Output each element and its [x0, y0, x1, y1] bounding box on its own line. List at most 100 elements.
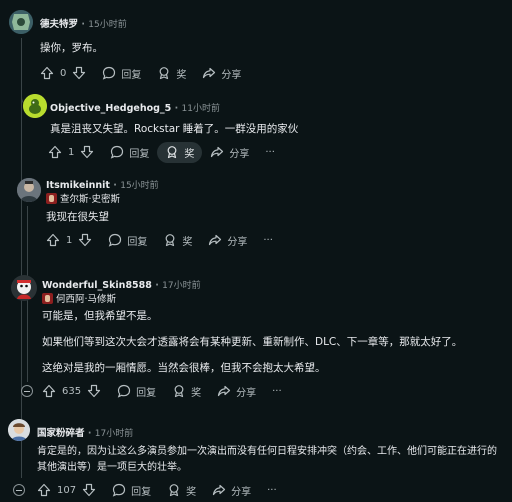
upvote-icon[interactable]	[37, 483, 51, 497]
username[interactable]: Itsmikeinnit	[46, 180, 110, 191]
reply-button[interactable]: 回复	[108, 233, 147, 248]
comment-body: 肯定是的，因为让这么多演员参加一次演出而没有任何日程安排冲突（约会、工作、他们可…	[37, 444, 497, 476]
award-button[interactable]: 奖	[172, 384, 201, 399]
downvote-icon[interactable]	[72, 66, 86, 80]
thread-line	[21, 38, 22, 478]
username[interactable]: 德夫特罗	[40, 19, 78, 30]
comment-line: 肯定是的，因为让这么多演员参加一次演出而没有任何日程安排冲突（约会、工作、他们可…	[37, 446, 497, 457]
more-options-button[interactable]: ···	[263, 235, 273, 246]
share-icon	[217, 384, 231, 398]
award-icon	[167, 483, 181, 497]
share-icon	[210, 145, 224, 159]
upvote-icon[interactable]	[42, 384, 56, 398]
vote-group: 1	[48, 145, 94, 159]
user-flair: 何西阿·马修斯	[42, 291, 116, 305]
vote-group: 635	[42, 384, 101, 398]
vote-group: 107	[37, 483, 96, 497]
comment-icon	[102, 66, 116, 80]
share-label: 分享	[229, 148, 250, 160]
avatar[interactable]	[9, 10, 33, 34]
vote-count: 107	[57, 484, 77, 496]
username[interactable]: Wonderful_Skin8588	[42, 280, 152, 291]
reply-label: 回复	[127, 236, 148, 248]
flair-icon	[46, 192, 57, 204]
share-icon	[212, 483, 226, 497]
comment-body: 操你，罗布。	[40, 40, 103, 56]
award-icon	[165, 145, 179, 159]
award-icon	[163, 233, 177, 247]
username[interactable]: 国家粉碎者	[37, 428, 85, 439]
collapse-thread-button[interactable]	[21, 385, 33, 397]
reply-button[interactable]: 回复	[102, 66, 141, 81]
share-button[interactable]: 分享	[212, 483, 251, 498]
upvote-icon[interactable]	[46, 233, 60, 247]
timestamp: 17小时前	[162, 281, 201, 291]
share-button[interactable]: 分享	[217, 384, 256, 399]
more-icon: ···	[265, 146, 275, 158]
avatar[interactable]	[17, 178, 41, 202]
comment-actions: 1 回复 奖 分享 ···	[48, 141, 291, 163]
award-label: 奖	[184, 148, 195, 160]
award-button[interactable]: 奖	[163, 233, 192, 248]
comment-line: 其他演出等）是一项巨大的壮举。	[37, 462, 187, 473]
comment-line: 真是沮丧又失望。Rockstar 睡着了。一群没用的家伙	[50, 123, 299, 135]
avatar[interactable]	[8, 419, 30, 441]
share-button[interactable]: 分享	[202, 66, 241, 81]
upvote-icon[interactable]	[40, 66, 54, 80]
share-label: 分享	[221, 69, 242, 81]
comment-line: 如果他们等到这次大会才透露将会有某种更新、重新制作、DLC、下一章等，那就太好了…	[42, 336, 463, 348]
flair-text: 查尔斯·史密斯	[60, 194, 121, 205]
award-button[interactable]: 奖	[167, 483, 196, 498]
comment-body: 真是沮丧又失望。Rockstar 睡着了。一群没用的家伙	[50, 121, 298, 137]
share-label: 分享	[231, 486, 252, 498]
more-icon: ···	[272, 385, 282, 397]
award-button[interactable]: 奖	[157, 141, 203, 163]
downvote-icon[interactable]	[82, 483, 96, 497]
award-label: 奖	[182, 236, 193, 248]
comment-actions: 1 回复 奖 分享 ···	[46, 229, 289, 251]
flair-icon	[42, 292, 53, 304]
comment-author[interactable]: Itsmikeinnit · 15小时前	[46, 178, 159, 191]
vote-count: 1	[68, 146, 75, 158]
comment-author[interactable]: Wonderful_Skin8588 · 17小时前	[42, 278, 201, 291]
downvote-icon[interactable]	[78, 233, 92, 247]
comment-author[interactable]: 国家粉碎者 · 17小时前	[37, 425, 133, 439]
collapse-thread-button[interactable]	[13, 484, 25, 496]
comment-body: 可能是，但我希望不是。 如果他们等到这次大会才透露将会有某种更新、重新制作、DL…	[42, 308, 462, 376]
comment-line: 操你，罗布。	[40, 42, 103, 54]
share-icon	[208, 233, 222, 247]
timestamp: 15小时前	[88, 20, 127, 30]
avatar[interactable]	[11, 275, 37, 301]
vote-count: 1	[66, 234, 73, 246]
avatar[interactable]	[23, 94, 47, 118]
award-label: 奖	[186, 486, 197, 498]
reply-label: 回复	[131, 486, 152, 498]
separator-dot: ·	[81, 19, 85, 30]
reply-button[interactable]: 回复	[112, 483, 151, 498]
share-button[interactable]: 分享	[208, 233, 247, 248]
more-icon: ···	[267, 484, 277, 496]
downvote-icon[interactable]	[87, 384, 101, 398]
comment-actions: 107 回复 奖 分享 ···	[37, 479, 293, 501]
more-options-button[interactable]: ···	[267, 485, 277, 496]
award-button[interactable]: 奖	[157, 66, 186, 81]
username[interactable]: Objective_Hedgehog_5	[50, 103, 171, 114]
comment-line: 可能是，但我希望不是。	[42, 310, 158, 322]
downvote-icon[interactable]	[80, 145, 94, 159]
comment-author[interactable]: Objective_Hedgehog_5 · 11小时前	[50, 101, 220, 114]
more-options-button[interactable]: ···	[265, 147, 275, 158]
award-label: 奖	[191, 387, 202, 399]
comment-actions: 635 回复 奖 分享 ···	[42, 380, 298, 402]
reply-button[interactable]: 回复	[110, 145, 149, 160]
reply-button[interactable]: 回复	[117, 384, 156, 399]
vote-group: 0	[40, 66, 86, 80]
share-label: 分享	[236, 387, 257, 399]
more-options-button[interactable]: ···	[272, 386, 282, 397]
comment-author[interactable]: 德夫特罗 · 15小时前	[40, 16, 127, 30]
upvote-icon[interactable]	[48, 145, 62, 159]
comment-icon	[112, 483, 126, 497]
user-flair: 查尔斯·史密斯	[46, 191, 120, 205]
share-button[interactable]: 分享	[210, 145, 249, 160]
reply-label: 回复	[129, 148, 150, 160]
separator-dot: ·	[113, 180, 117, 191]
